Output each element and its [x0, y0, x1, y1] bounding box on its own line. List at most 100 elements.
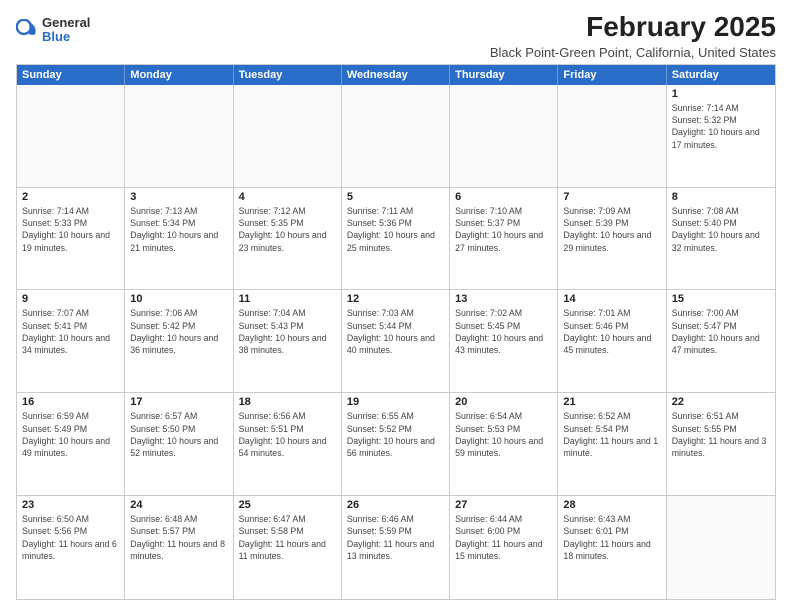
day-number: 27	[455, 499, 552, 511]
calendar-cell	[234, 85, 342, 187]
calendar-cell	[125, 85, 233, 187]
calendar-cell: 18Sunrise: 6:56 AM Sunset: 5:51 PM Dayli…	[234, 393, 342, 495]
day-info: Sunrise: 6:51 AM Sunset: 5:55 PM Dayligh…	[672, 410, 770, 459]
day-info: Sunrise: 6:59 AM Sunset: 5:49 PM Dayligh…	[22, 410, 119, 459]
logo-icon	[16, 19, 38, 41]
day-number: 19	[347, 396, 444, 408]
calendar-cell: 23 Sunrise: 6:50 AM Sunset: 5:56 PM Dayli…	[17, 496, 125, 599]
day-number: 12	[347, 293, 444, 305]
day-info: Sunrise: 6:50 AM Sunset: 5:56 PM Dayligh…	[22, 513, 119, 562]
day-number: 6	[455, 191, 552, 203]
day-number: 22	[672, 396, 770, 408]
calendar-cell: 19 Sunrise: 6:55 AM Sunset: 5:52 PM Dayli…	[342, 393, 450, 495]
calendar-cell: 3Sunrise: 7:13 AM Sunset: 5:34 PM Daylig…	[125, 188, 233, 290]
header-cell-tuesday: Tuesday	[234, 65, 342, 85]
day-number: 24	[130, 499, 227, 511]
calendar-row: 2 Sunrise: 7:14 AM Sunset: 5:33 PM Daylig…	[17, 188, 775, 291]
calendar-row: 1Sunrise: 7:14 AM Sunset: 5:32 PM Daylig…	[17, 85, 775, 188]
day-info: Sunrise: 7:11 AM Sunset: 5:36 PM Dayligh…	[347, 205, 444, 254]
header-cell-thursday: Thursday	[450, 65, 558, 85]
day-info: Sunrise: 7:00 AM Sunset: 5:47 PM Dayligh…	[672, 307, 770, 356]
calendar-cell: 5Sunrise: 7:11 AM Sunset: 5:36 PM Daylig…	[342, 188, 450, 290]
calendar-cell: 22 Sunrise: 6:51 AM Sunset: 5:55 PM Dayli…	[667, 393, 775, 495]
day-number: 23	[22, 499, 119, 511]
header-cell-monday: Monday	[125, 65, 233, 85]
calendar-cell: 9 Sunrise: 7:07 AM Sunset: 5:41 PM Daylig…	[17, 290, 125, 392]
day-info: Sunrise: 6:44 AM Sunset: 6:00 PM Dayligh…	[455, 513, 552, 562]
calendar-cell	[558, 85, 666, 187]
day-number: 2	[22, 191, 119, 203]
day-info: Sunrise: 7:04 AM Sunset: 5:43 PM Dayligh…	[239, 307, 336, 356]
day-info: Sunrise: 7:08 AM Sunset: 5:40 PM Dayligh…	[672, 205, 770, 254]
day-number: 1	[672, 88, 770, 100]
day-info: Sunrise: 6:55 AM Sunset: 5:52 PM Dayligh…	[347, 410, 444, 459]
calendar-row: 9 Sunrise: 7:07 AM Sunset: 5:41 PM Daylig…	[17, 290, 775, 393]
header-cell-friday: Friday	[558, 65, 666, 85]
calendar-cell: 17 Sunrise: 6:57 AM Sunset: 5:50 PM Dayli…	[125, 393, 233, 495]
calendar-cell: 25 Sunrise: 6:47 AM Sunset: 5:58 PM Dayli…	[234, 496, 342, 599]
header-cell-wednesday: Wednesday	[342, 65, 450, 85]
header-cell-sunday: Sunday	[17, 65, 125, 85]
day-number: 14	[563, 293, 660, 305]
day-number: 17	[130, 396, 227, 408]
header-cell-saturday: Saturday	[667, 65, 775, 85]
calendar-cell	[17, 85, 125, 187]
day-number: 15	[672, 293, 770, 305]
day-number: 21	[563, 396, 660, 408]
day-info: Sunrise: 7:10 AM Sunset: 5:37 PM Dayligh…	[455, 205, 552, 254]
calendar-cell: 14 Sunrise: 7:01 AM Sunset: 5:46 PM Dayli…	[558, 290, 666, 392]
calendar-cell: 1Sunrise: 7:14 AM Sunset: 5:32 PM Daylig…	[667, 85, 775, 187]
day-info: Sunrise: 7:09 AM Sunset: 5:39 PM Dayligh…	[563, 205, 660, 254]
calendar-cell: 21 Sunrise: 6:52 AM Sunset: 5:54 PM Dayli…	[558, 393, 666, 495]
location: Black Point-Green Point, California, Uni…	[490, 45, 776, 60]
calendar-cell: 8 Sunrise: 7:08 AM Sunset: 5:40 PM Daylig…	[667, 188, 775, 290]
day-info: Sunrise: 7:03 AM Sunset: 5:44 PM Dayligh…	[347, 307, 444, 356]
calendar-cell: 26 Sunrise: 6:46 AM Sunset: 5:59 PM Dayli…	[342, 496, 450, 599]
calendar-cell	[667, 496, 775, 599]
day-number: 20	[455, 396, 552, 408]
day-info: Sunrise: 6:57 AM Sunset: 5:50 PM Dayligh…	[130, 410, 227, 459]
calendar-cell: 10 Sunrise: 7:06 AM Sunset: 5:42 PM Dayli…	[125, 290, 233, 392]
calendar-cell: 12 Sunrise: 7:03 AM Sunset: 5:44 PM Dayli…	[342, 290, 450, 392]
title-block: February 2025 Black Point-Green Point, C…	[490, 12, 776, 60]
calendar-cell: 2 Sunrise: 7:14 AM Sunset: 5:33 PM Daylig…	[17, 188, 125, 290]
calendar-cell: 6 Sunrise: 7:10 AM Sunset: 5:37 PM Daylig…	[450, 188, 558, 290]
calendar-cell	[450, 85, 558, 187]
logo-blue-text: Blue	[42, 30, 90, 44]
calendar-cell: 11 Sunrise: 7:04 AM Sunset: 5:43 PM Dayli…	[234, 290, 342, 392]
day-info: Sunrise: 7:01 AM Sunset: 5:46 PM Dayligh…	[563, 307, 660, 356]
calendar-row: 23 Sunrise: 6:50 AM Sunset: 5:56 PM Dayli…	[17, 496, 775, 599]
day-info: Sunrise: 7:07 AM Sunset: 5:41 PM Dayligh…	[22, 307, 119, 356]
day-info: Sunrise: 7:14 AM Sunset: 5:33 PM Dayligh…	[22, 205, 119, 254]
day-number: 10	[130, 293, 227, 305]
day-info: Sunrise: 6:47 AM Sunset: 5:58 PM Dayligh…	[239, 513, 336, 562]
calendar-cell: 20 Sunrise: 6:54 AM Sunset: 5:53 PM Dayli…	[450, 393, 558, 495]
logo-general-text: General	[42, 16, 90, 30]
calendar-cell: 7 Sunrise: 7:09 AM Sunset: 5:39 PM Daylig…	[558, 188, 666, 290]
day-number: 13	[455, 293, 552, 305]
day-info: Sunrise: 7:12 AM Sunset: 5:35 PM Dayligh…	[239, 205, 336, 254]
day-info: Sunrise: 7:06 AM Sunset: 5:42 PM Dayligh…	[130, 307, 227, 356]
calendar-cell: 13Sunrise: 7:02 AM Sunset: 5:45 PM Dayli…	[450, 290, 558, 392]
day-number: 7	[563, 191, 660, 203]
calendar-cell: 4 Sunrise: 7:12 AM Sunset: 5:35 PM Daylig…	[234, 188, 342, 290]
day-info: Sunrise: 6:52 AM Sunset: 5:54 PM Dayligh…	[563, 410, 660, 459]
calendar-cell	[342, 85, 450, 187]
day-number: 25	[239, 499, 336, 511]
calendar-cell: 16Sunrise: 6:59 AM Sunset: 5:49 PM Dayli…	[17, 393, 125, 495]
day-number: 9	[22, 293, 119, 305]
day-info: Sunrise: 6:46 AM Sunset: 5:59 PM Dayligh…	[347, 513, 444, 562]
day-number: 26	[347, 499, 444, 511]
calendar-cell: 28 Sunrise: 6:43 AM Sunset: 6:01 PM Dayli…	[558, 496, 666, 599]
calendar-body: 1Sunrise: 7:14 AM Sunset: 5:32 PM Daylig…	[17, 85, 775, 599]
day-number: 8	[672, 191, 770, 203]
day-number: 18	[239, 396, 336, 408]
day-number: 11	[239, 293, 336, 305]
calendar-header: SundayMondayTuesdayWednesdayThursdayFrid…	[17, 65, 775, 85]
calendar: SundayMondayTuesdayWednesdayThursdayFrid…	[16, 64, 776, 600]
day-info: Sunrise: 6:43 AM Sunset: 6:01 PM Dayligh…	[563, 513, 660, 562]
day-info: Sunrise: 6:54 AM Sunset: 5:53 PM Dayligh…	[455, 410, 552, 459]
calendar-row: 16Sunrise: 6:59 AM Sunset: 5:49 PM Dayli…	[17, 393, 775, 496]
day-number: 4	[239, 191, 336, 203]
day-number: 28	[563, 499, 660, 511]
